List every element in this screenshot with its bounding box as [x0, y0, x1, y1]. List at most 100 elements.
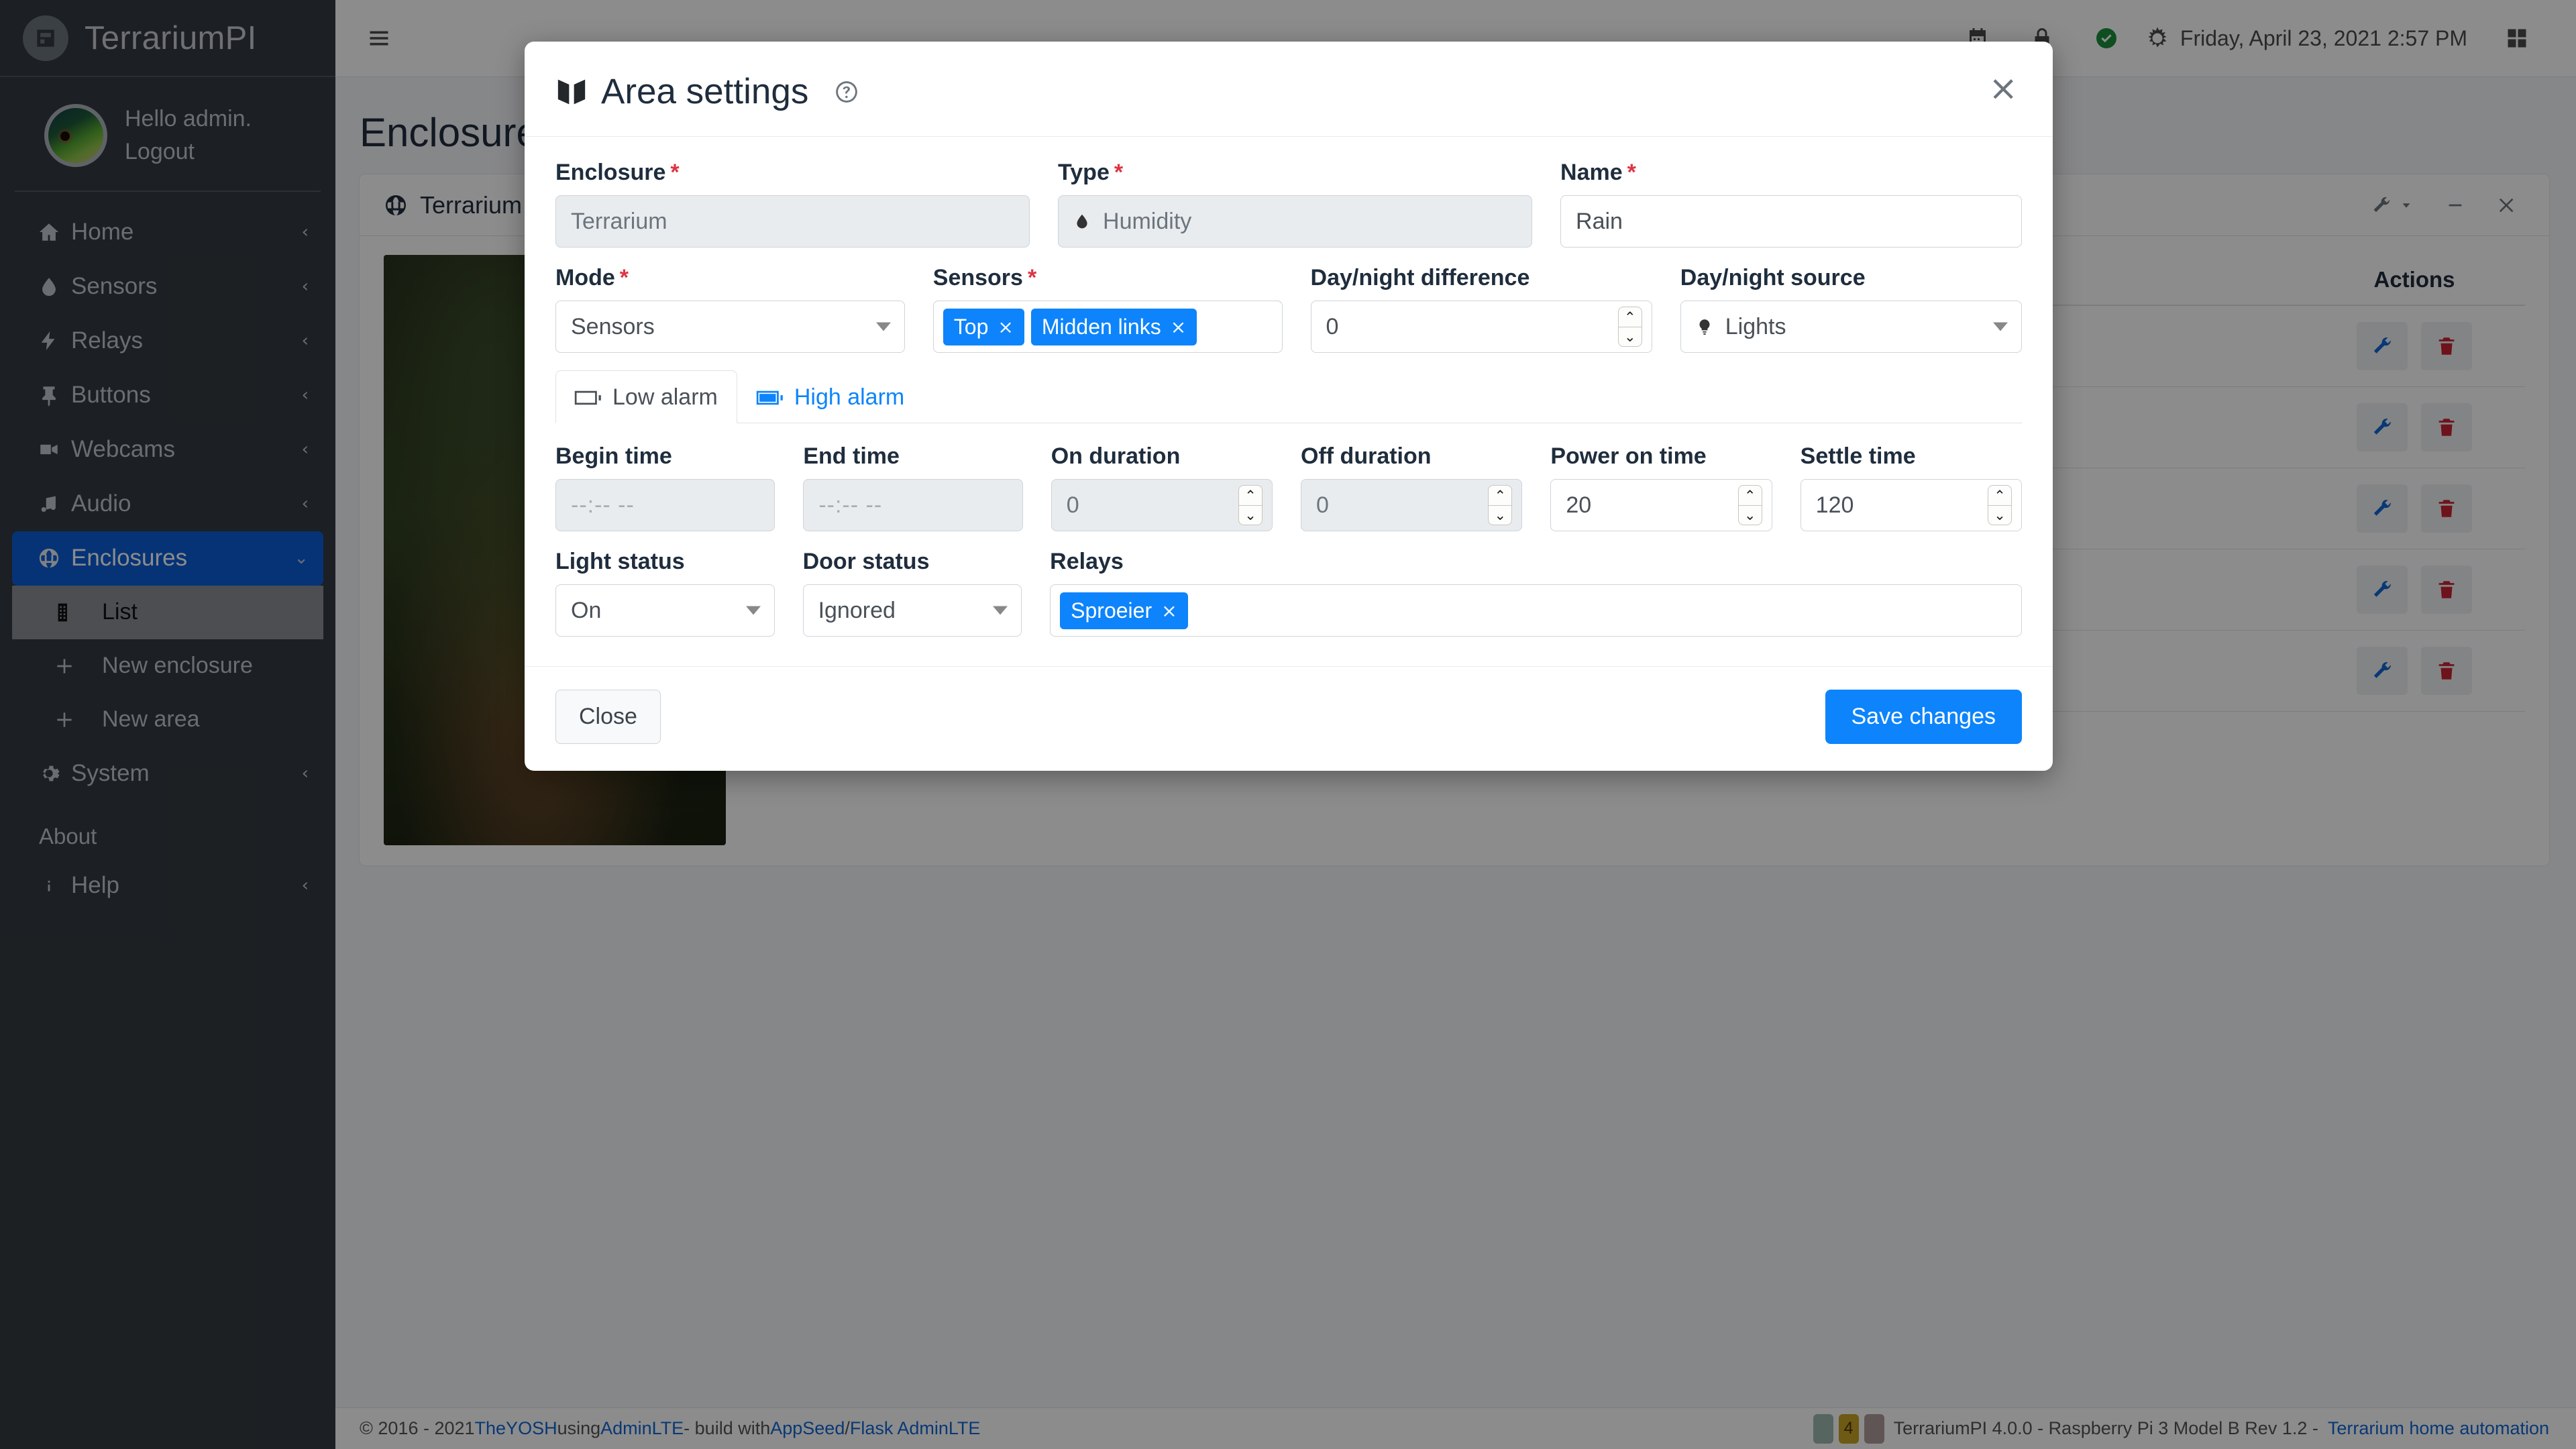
relay-tag-label: Sproeier: [1071, 598, 1152, 623]
tab-high-alarm-label: High alarm: [794, 384, 905, 410]
stepper-up-icon[interactable]: ⌃: [1488, 485, 1513, 505]
daynight-source-value: Lights: [1725, 313, 1786, 339]
daynight-difference-input[interactable]: 0 ⌃ ⌄: [1310, 301, 1652, 353]
settle-time-input[interactable]: 120 ⌃ ⌄: [1800, 479, 2022, 531]
save-changes-button[interactable]: Save changes: [1825, 690, 2022, 744]
field-daynight-source: Day/night source Lights: [1680, 265, 2022, 353]
field-label: Sensors *: [933, 265, 1283, 291]
relay-tag[interactable]: Sproeier ×: [1060, 592, 1188, 629]
form-row-4: Light status On Door status Ignored Rela…: [555, 549, 2022, 637]
chevron-down-icon: [1993, 322, 2008, 331]
enclosure-input[interactable]: Terrarium: [555, 195, 1030, 248]
door-status-select[interactable]: Ignored: [802, 584, 1022, 637]
modal-title: Area settings: [555, 71, 859, 112]
off-duration-value: 0: [1316, 492, 1329, 518]
mode-select[interactable]: Sensors: [555, 301, 905, 353]
field-label-text: Off duration: [1301, 443, 1432, 469]
field-label-text: Settle time: [1800, 443, 1916, 469]
alarm-tabs: Low alarm High alarm: [555, 370, 2022, 423]
field-begin-time: Begin time --:-- --: [555, 443, 775, 531]
field-label: Relays: [1050, 549, 2022, 575]
field-label-text: Day/night difference: [1310, 265, 1530, 290]
field-label-text: Type: [1058, 160, 1110, 185]
stepper-up-icon[interactable]: ⌃: [1737, 485, 1762, 505]
field-label-text: End time: [803, 443, 900, 469]
type-value: Humidity: [1103, 208, 1192, 234]
modal-close-button[interactable]: ×: [1984, 71, 2022, 106]
number-stepper[interactable]: ⌃ ⌄: [1488, 485, 1513, 525]
tab-low-alarm[interactable]: Low alarm: [555, 370, 737, 423]
number-stepper[interactable]: ⌃ ⌄: [1737, 485, 1762, 525]
remove-tag-icon[interactable]: ×: [998, 316, 1013, 338]
modal-header: Area settings ×: [525, 42, 2053, 137]
battery-full-icon: [756, 390, 783, 405]
required-marker: *: [619, 265, 629, 290]
field-label: Off duration: [1301, 443, 1522, 470]
stepper-up-icon[interactable]: ⌃: [1238, 485, 1263, 505]
begin-time-input[interactable]: --:-- --: [555, 479, 775, 531]
sensor-tag[interactable]: Midden links ×: [1030, 308, 1197, 345]
field-end-time: End time --:-- --: [803, 443, 1023, 531]
chevron-down-icon: [875, 322, 891, 331]
form-row-3: Begin time --:-- -- End time --:-- -- On…: [555, 443, 2022, 531]
required-marker: *: [670, 160, 680, 185]
end-time-input[interactable]: --:-- --: [803, 479, 1023, 531]
question-circle-icon[interactable]: [834, 79, 859, 105]
remove-tag-icon[interactable]: ×: [1171, 316, 1186, 338]
field-door-status: Door status Ignored: [802, 549, 1022, 637]
stepper-down-icon[interactable]: ⌄: [1617, 327, 1642, 347]
light-status-select[interactable]: On: [555, 584, 775, 637]
field-type: Type * Humidity: [1058, 160, 1533, 248]
remove-tag-icon[interactable]: ×: [1161, 600, 1177, 622]
on-duration-input[interactable]: 0 ⌃ ⌄: [1051, 479, 1273, 531]
name-input[interactable]: Rain: [1560, 195, 2022, 248]
begin-time-placeholder: --:-- --: [571, 492, 635, 518]
field-label: Settle time: [1801, 443, 2022, 470]
number-stepper[interactable]: ⌃ ⌄: [1238, 485, 1263, 525]
field-daynight-difference: Day/night difference 0 ⌃ ⌄: [1310, 265, 1652, 353]
modal-footer: Close Save changes: [525, 666, 2053, 771]
tab-low-alarm-label: Low alarm: [612, 384, 718, 410]
stepper-up-icon[interactable]: ⌃: [1988, 485, 2012, 505]
battery-empty-icon: [574, 390, 601, 405]
stepper-up-icon[interactable]: ⌃: [1617, 307, 1642, 327]
chevron-down-icon: [993, 606, 1008, 615]
number-stepper[interactable]: ⌃ ⌄: [1988, 485, 2012, 525]
field-label-text: Day/night source: [1680, 265, 1866, 290]
daynight-difference-value: 0: [1326, 313, 1339, 339]
field-label: Day/night difference: [1311, 265, 1652, 291]
required-marker: *: [1114, 160, 1124, 185]
settle-time-value: 120: [1815, 492, 1854, 518]
sensors-multiselect[interactable]: Top × Midden links ×: [932, 301, 1283, 353]
field-label: Day/night source: [1680, 265, 2022, 291]
form-row-2: Mode * Sensors Sensors * Top × Midden li…: [555, 265, 2022, 353]
stepper-down-icon[interactable]: ⌄: [1988, 505, 2012, 525]
end-time-placeholder: --:-- --: [818, 492, 883, 518]
field-label-text: Power on time: [1550, 443, 1707, 469]
stepper-down-icon[interactable]: ⌄: [1737, 505, 1762, 525]
field-label-text: Sensors: [932, 265, 1023, 290]
type-select[interactable]: Humidity: [1058, 195, 1533, 248]
required-marker: *: [1027, 265, 1037, 290]
close-button[interactable]: Close: [555, 690, 661, 744]
field-label: End time: [803, 443, 1022, 470]
field-on-duration: On duration 0 ⌃ ⌄: [1051, 443, 1273, 531]
tab-high-alarm[interactable]: High alarm: [737, 370, 924, 423]
chevron-down-icon: [745, 606, 761, 615]
field-label-text: On duration: [1051, 443, 1181, 469]
field-label-text: Enclosure: [555, 160, 666, 185]
relays-multiselect[interactable]: Sproeier ×: [1050, 584, 2022, 637]
field-label: Name *: [1560, 160, 2022, 186]
name-value: Rain: [1576, 208, 1623, 234]
stepper-down-icon[interactable]: ⌄: [1238, 505, 1263, 525]
stepper-down-icon[interactable]: ⌄: [1488, 505, 1513, 525]
off-duration-input[interactable]: 0 ⌃ ⌄: [1301, 479, 1523, 531]
daynight-source-select[interactable]: Lights: [1680, 301, 2022, 353]
book-open-icon: [555, 77, 588, 107]
required-marker: *: [1627, 160, 1636, 185]
number-stepper[interactable]: ⌃ ⌄: [1617, 307, 1642, 347]
field-relays: Relays Sproeier ×: [1050, 549, 2022, 637]
power-on-time-input[interactable]: 20 ⌃ ⌄: [1550, 479, 1772, 531]
field-enclosure: Enclosure * Terrarium: [555, 160, 1030, 248]
sensor-tag[interactable]: Top ×: [943, 308, 1024, 345]
